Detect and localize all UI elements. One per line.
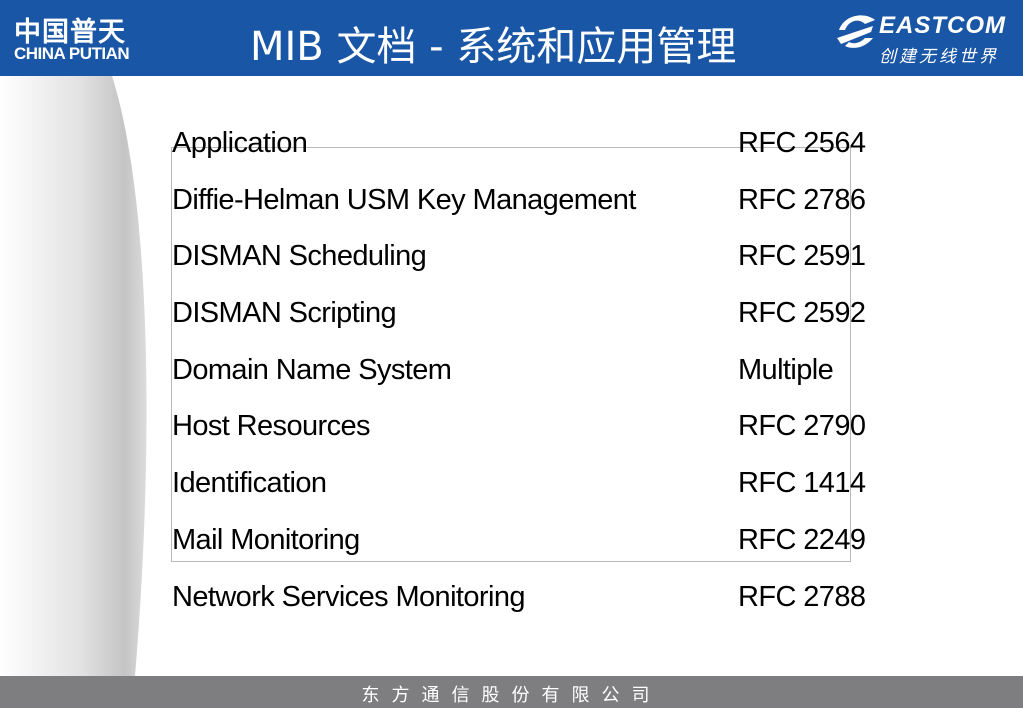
mib-rfc: RFC 2591	[738, 240, 866, 273]
mib-rfc: RFC 1414	[738, 467, 866, 500]
logo-right-brand: EASTCOM	[879, 12, 1006, 39]
table-row: DISMAN Scheduling RFC 2591	[172, 240, 892, 297]
mib-name: Application	[172, 127, 308, 159]
mib-name: Domain Name System	[172, 353, 452, 386]
table-row: Host Resources RFC 2790	[172, 410, 892, 467]
china-putian-logo: 中国普天 CHINA PUTIAN	[12, 8, 152, 68]
table-row: Diffie-Helman USM Key Management RFC 278…	[172, 184, 892, 241]
mib-rfc: RFC 2564	[738, 127, 866, 159]
header-bar: 中国普天 CHINA PUTIAN MIB 文档 - 系统和应用管理 EASTC…	[0, 0, 1023, 76]
mib-name: Identification	[172, 467, 327, 500]
mib-table: Application RFC 2564 Diffie-Helman USM K…	[172, 127, 892, 637]
mib-rfc: RFC 2592	[738, 297, 866, 330]
mib-rfc: RFC 2249	[738, 523, 866, 556]
logo-right-slogan: 创建无线世界	[879, 47, 999, 66]
logo-left-english: CHINA PUTIAN	[14, 44, 130, 63]
table-row: DISMAN Scripting RFC 2592	[172, 297, 892, 354]
eastcom-emblem-icon	[837, 15, 875, 48]
eastcom-logo: EASTCOM 创建无线世界	[835, 8, 1015, 70]
mib-name: Host Resources	[172, 410, 371, 443]
mib-name: DISMAN Scripting	[172, 297, 397, 330]
decorative-curve	[0, 76, 147, 676]
table-row: Mail Monitoring RFC 2249	[172, 524, 892, 581]
mib-name: Diffie-Helman USM Key Management	[172, 183, 636, 216]
mib-rfc: Multiple	[738, 353, 834, 386]
table-row: Domain Name System Multiple	[172, 354, 892, 411]
company-name: 东方通信股份有限公司	[361, 685, 662, 706]
table-row: Application RFC 2564	[172, 127, 892, 184]
mib-name: Network Services Monitoring	[172, 580, 525, 613]
footer-bar: 东方通信股份有限公司	[0, 676, 1023, 708]
mib-rfc: RFC 2790	[738, 410, 866, 443]
mib-name: DISMAN Scheduling	[172, 240, 427, 273]
mib-rfc: RFC 2786	[738, 183, 866, 216]
mib-name: Mail Monitoring	[172, 523, 360, 556]
mib-rfc: RFC 2788	[738, 580, 866, 613]
table-row: Network Services Monitoring RFC 2788	[172, 581, 892, 638]
slide-title: MIB 文档 - 系统和应用管理	[250, 24, 737, 70]
table-row: Identification RFC 1414	[172, 467, 892, 524]
